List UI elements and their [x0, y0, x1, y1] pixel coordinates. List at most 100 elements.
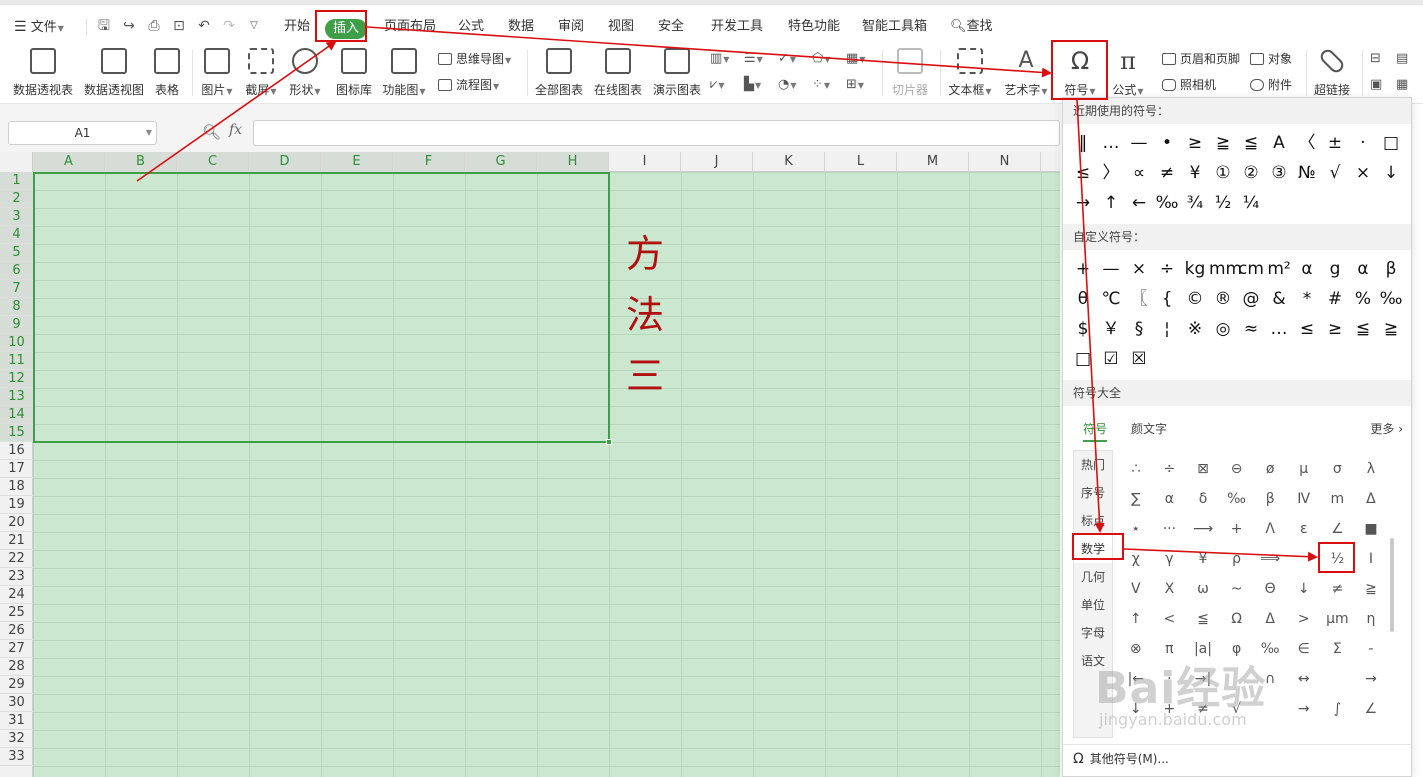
slicer-button[interactable]: 切片器: [890, 48, 930, 98]
column-header[interactable]: A: [33, 152, 105, 172]
symbol-cell[interactable]: ¥: [1181, 158, 1209, 188]
symbol-cell[interactable]: Λ: [1253, 514, 1287, 544]
hyperlink-button[interactable]: 超链接: [1312, 46, 1352, 98]
row-header[interactable]: 5: [0, 244, 33, 262]
symbol-cell[interactable]: mm: [1209, 254, 1242, 284]
symbol-cell[interactable]: 〈: [1293, 128, 1321, 158]
symbol-cell[interactable]: ⊠: [1186, 454, 1220, 484]
symbol-cell[interactable]: ¥: [1186, 544, 1220, 574]
category-item[interactable]: 单位: [1074, 591, 1112, 619]
symbol-cell[interactable]: +: [1069, 254, 1097, 284]
symbol-cell[interactable]: →: [1069, 188, 1097, 218]
bar-chart-small-icon[interactable]: ▙▼: [744, 76, 766, 94]
flowchart-button[interactable]: 流程图▼: [438, 76, 499, 94]
symbol-cell[interactable]: ×: [1349, 158, 1377, 188]
tab-security[interactable]: 安全: [658, 17, 684, 37]
symbol-cell[interactable]: ①: [1209, 158, 1237, 188]
row-header[interactable]: 7: [0, 280, 33, 298]
symbol-cell[interactable]: ‰: [1377, 284, 1405, 314]
symbol-cell[interactable]: ∝: [1125, 158, 1153, 188]
redo-icon[interactable]: ↷: [220, 17, 238, 35]
pie-chart-icon[interactable]: ◔▼: [778, 76, 800, 94]
symbol-cell[interactable]: …: [1265, 314, 1293, 344]
symbol-cell[interactable]: ¦: [1153, 314, 1181, 344]
tab-data[interactable]: 数据: [508, 17, 534, 37]
row-header[interactable]: 16: [0, 442, 33, 460]
tab-review[interactable]: 审阅: [558, 17, 584, 37]
symbol-cell[interactable]: ￥: [1097, 314, 1125, 344]
symbol-cell[interactable]: ☒: [1125, 344, 1153, 374]
grid-icon[interactable]: ▦: [1396, 76, 1418, 94]
picture-button[interactable]: 图片▼: [200, 48, 234, 98]
row-header[interactable]: 11: [0, 352, 33, 370]
symbol-cell[interactable]: -: [1354, 634, 1388, 664]
row-header[interactable]: 1: [0, 172, 33, 190]
row-header[interactable]: 29: [0, 676, 33, 694]
area-chart-icon[interactable]: ⩗▼: [710, 76, 732, 94]
symbol-cell[interactable]: ω: [1186, 574, 1220, 604]
wordart-button[interactable]: A 艺术字▼: [1004, 48, 1048, 98]
symbol-cell[interactable]: m²: [1265, 254, 1293, 284]
symbol-cell[interactable]: ◎: [1209, 314, 1237, 344]
symbol-cell[interactable]: ∈: [1287, 634, 1321, 664]
symbol-cell[interactable]: ≈: [1237, 314, 1265, 344]
row-header[interactable]: 19: [0, 496, 33, 514]
category-item[interactable]: 字母: [1074, 619, 1112, 647]
row-header[interactable]: 15: [0, 424, 33, 442]
row-header[interactable]: 2: [0, 190, 33, 208]
symbol-cell[interactable]: θ: [1069, 284, 1097, 314]
symbol-cell[interactable]: ≥: [1321, 314, 1349, 344]
row-header[interactable]: 8: [0, 298, 33, 316]
line-chart-icon[interactable]: ☰▼: [744, 50, 766, 68]
symbol-cell[interactable]: ~: [1220, 574, 1254, 604]
column-header[interactable]: B: [105, 152, 177, 172]
fx-button[interactable]: fx: [229, 122, 242, 138]
symbol-cell[interactable]: β: [1377, 254, 1405, 284]
row-header[interactable]: 28: [0, 658, 33, 676]
row-header[interactable]: 13: [0, 388, 33, 406]
row-header[interactable]: 23: [0, 568, 33, 586]
symbol-cell[interactable]: ∑: [1119, 484, 1153, 514]
tab-special[interactable]: 特色功能: [788, 17, 840, 37]
symbol-cell[interactable]: [1287, 544, 1321, 574]
symbol-cell[interactable]: ≦: [1237, 128, 1265, 158]
select-all-corner[interactable]: [0, 152, 33, 172]
category-item[interactable]: 标点: [1074, 507, 1112, 535]
check-chart-icon[interactable]: ✓▼: [778, 50, 800, 68]
symbol-cell[interactable]: χ: [1119, 544, 1153, 574]
symbol-cell[interactable]: &: [1265, 284, 1293, 314]
symbol-cell[interactable]: ③: [1265, 158, 1293, 188]
symbol-cell[interactable]: g: [1321, 254, 1349, 284]
symbol-cell[interactable]: @: [1237, 284, 1265, 314]
row-header[interactable]: 21: [0, 532, 33, 550]
row-header[interactable]: 22: [0, 550, 33, 568]
column-header[interactable]: C: [177, 152, 249, 172]
column-header[interactable]: H: [537, 152, 609, 172]
other-symbols-button[interactable]: Ω 其他符号(M)...: [1063, 744, 1411, 776]
symbol-cell[interactable]: ≤: [1069, 158, 1097, 188]
symbol-cell[interactable]: λ: [1354, 454, 1388, 484]
symbol-cell[interactable]: m: [1321, 484, 1355, 514]
symbol-cell[interactable]: ↑: [1119, 604, 1153, 634]
row-header[interactable]: 4: [0, 226, 33, 244]
scrollbar[interactable]: [1390, 538, 1394, 632]
radar-chart-icon[interactable]: ⬠▼: [812, 50, 834, 68]
tab-kaomoji[interactable]: 颜文字: [1131, 418, 1167, 440]
symbol-cell[interactable]: ℃: [1097, 284, 1125, 314]
category-item[interactable]: 几何: [1074, 563, 1112, 591]
export-icon[interactable]: ↪: [120, 17, 138, 35]
customize-icon[interactable]: ▽: [245, 17, 263, 35]
symbol-cell[interactable]: №: [1293, 158, 1321, 188]
symbol-cell[interactable]: ε: [1287, 514, 1321, 544]
symbol-cell[interactable]: ∠: [1321, 514, 1355, 544]
symbol-cell[interactable]: ‰: [1153, 188, 1181, 218]
symbol-cell[interactable]: $: [1069, 314, 1097, 344]
file-menu[interactable]: ☰ 文件▼: [14, 17, 64, 37]
symbol-cell[interactable]: ‰: [1220, 484, 1254, 514]
symbol-cell[interactable]: δ: [1186, 484, 1220, 514]
symbol-cell[interactable]: μm: [1321, 604, 1355, 634]
row-header[interactable]: 32: [0, 730, 33, 748]
row-header[interactable]: 6: [0, 262, 33, 280]
symbol-cell[interactable]: ···: [1153, 514, 1187, 544]
symbol-cell[interactable]: ⟶: [1186, 514, 1220, 544]
